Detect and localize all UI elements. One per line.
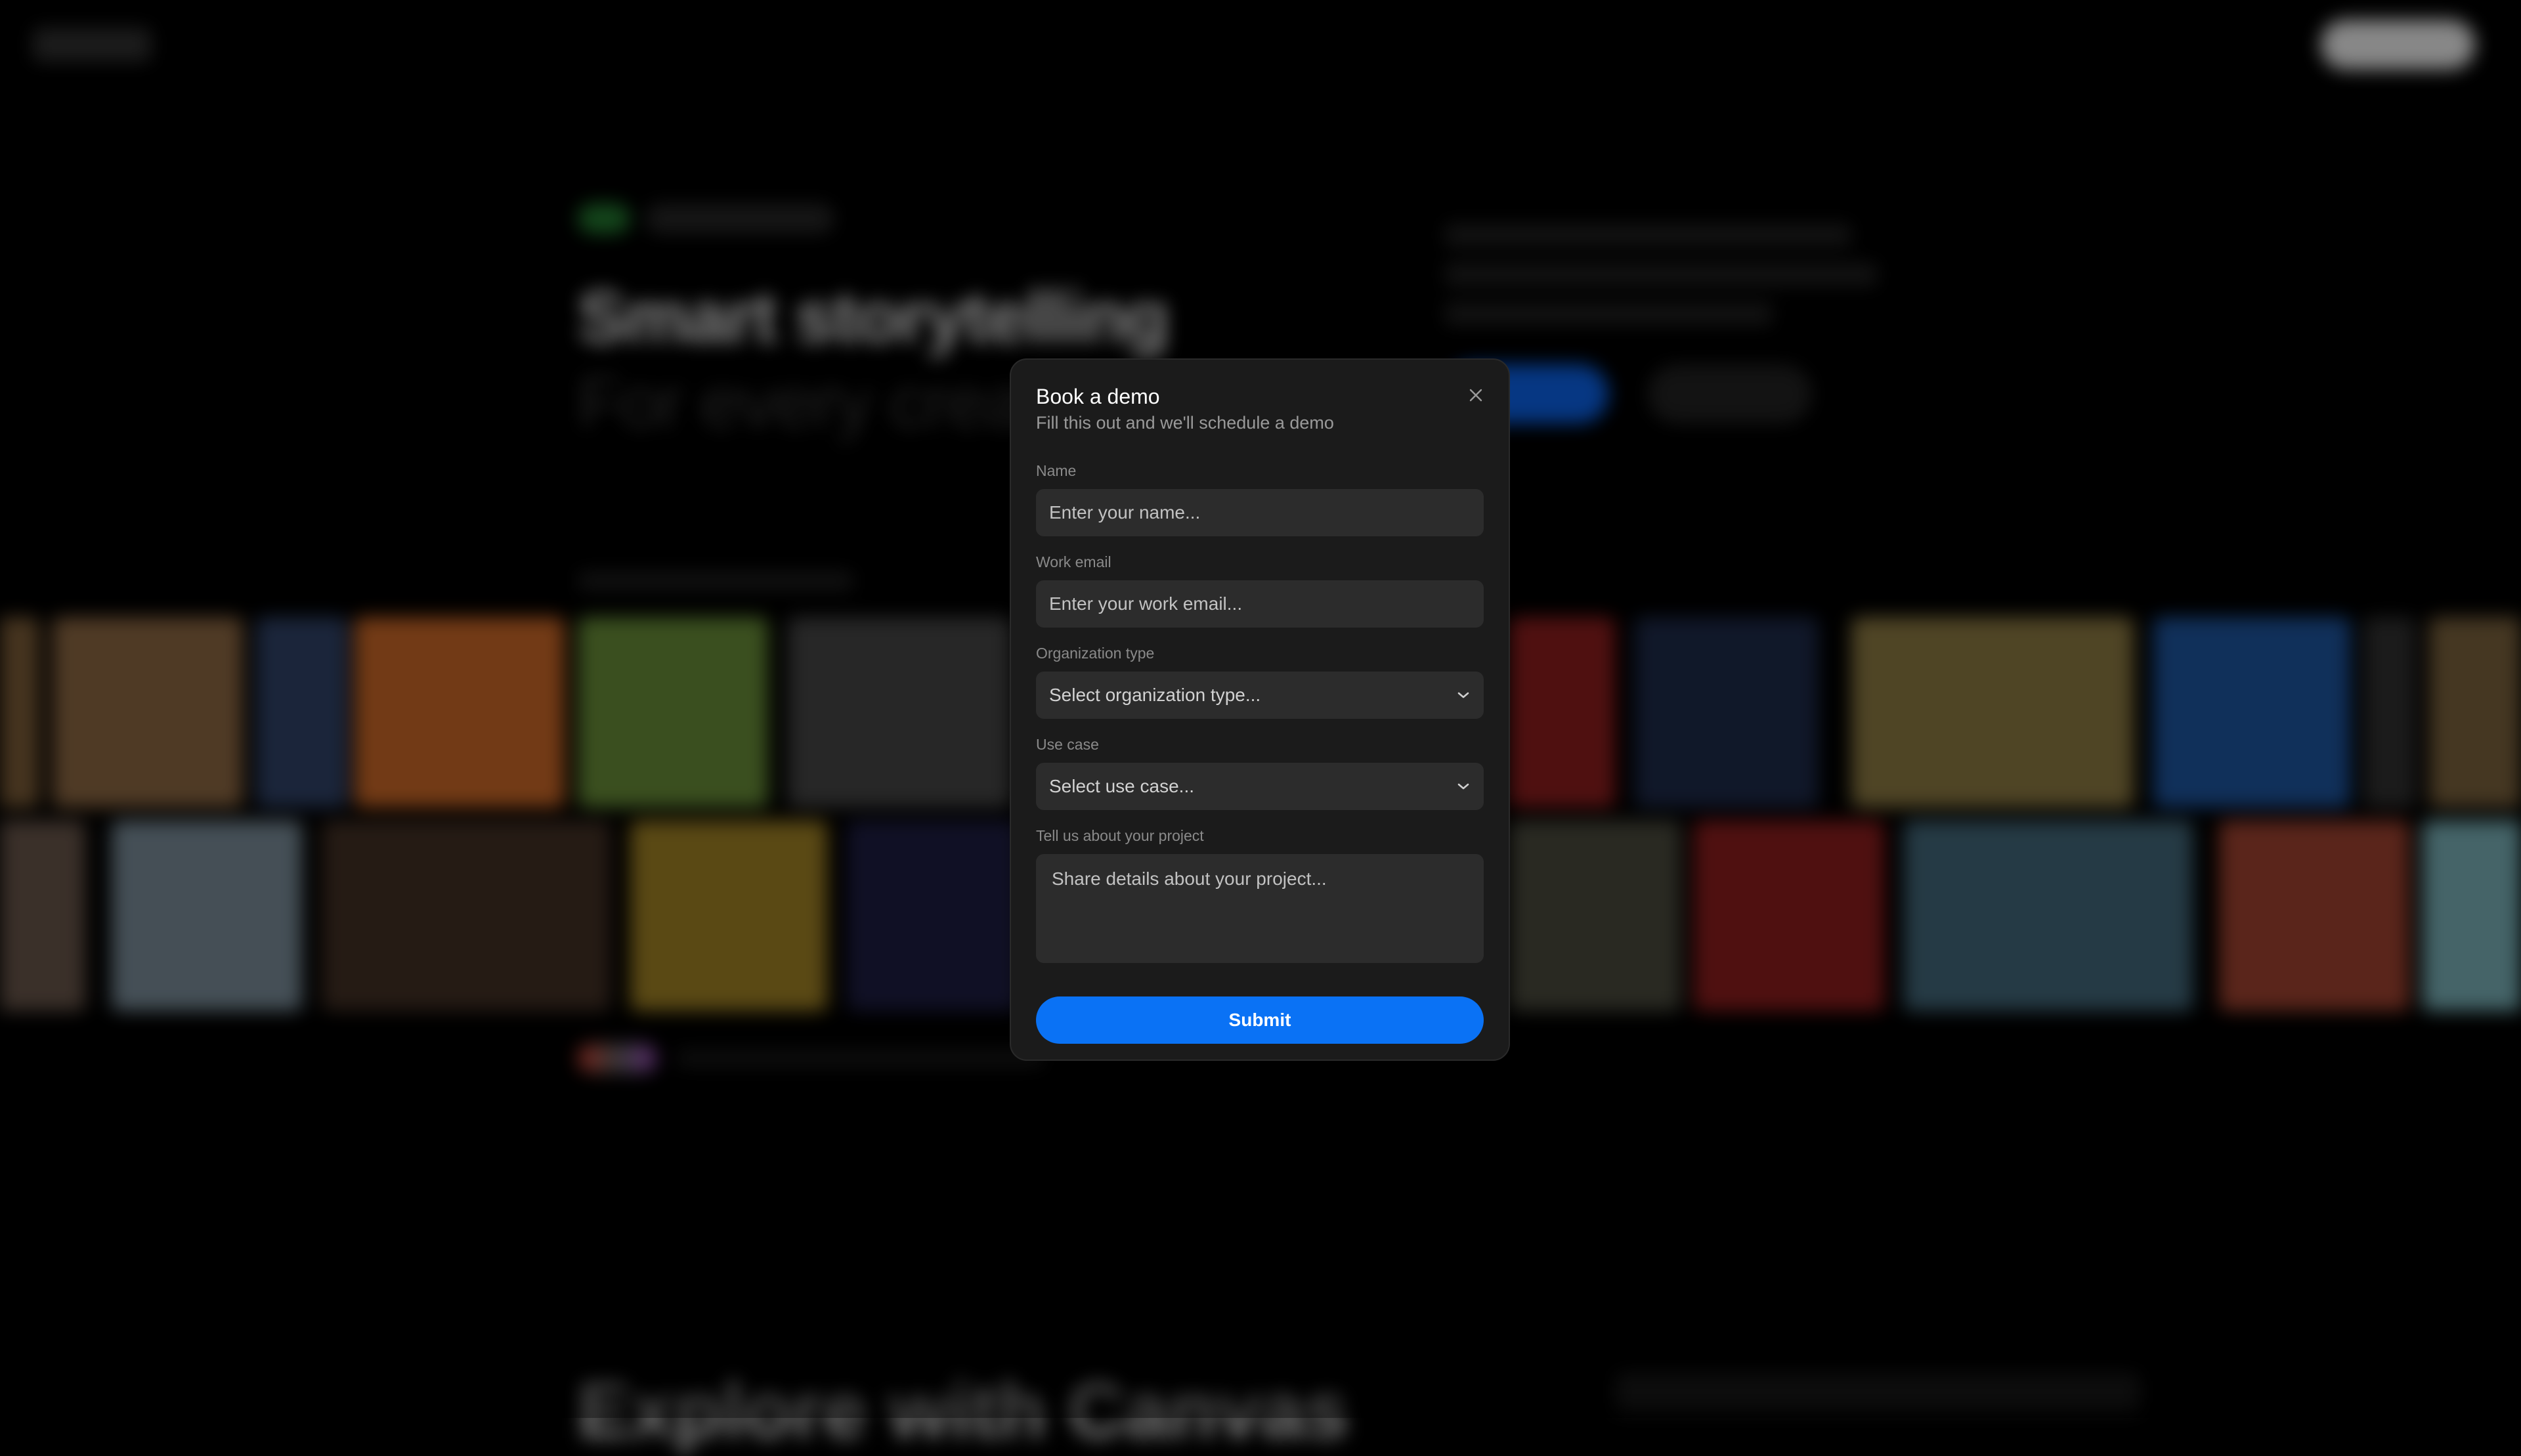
project-textarea[interactable]	[1036, 854, 1484, 963]
use-case-label: Use case	[1036, 736, 1099, 753]
close-button[interactable]	[1463, 382, 1489, 408]
use-case-field-group: Use case Select use case...	[1036, 736, 1484, 810]
organization-label: Organization type	[1036, 645, 1155, 662]
organization-field-group: Organization type Select organization ty…	[1036, 645, 1484, 719]
book-demo-modal: Book a demo Fill this out and we'll sche…	[1010, 358, 1510, 1061]
project-label: Tell us about your project	[1036, 827, 1204, 844]
submit-button[interactable]: Submit	[1036, 996, 1484, 1044]
name-label: Name	[1036, 462, 1077, 479]
name-input[interactable]	[1036, 489, 1484, 536]
organization-select[interactable]: Select organization type...	[1036, 672, 1484, 719]
chevron-down-icon	[1457, 783, 1469, 790]
name-field-group: Name	[1036, 462, 1484, 536]
organization-select-value: Select organization type...	[1049, 685, 1261, 705]
modal-title: Book a demo	[1036, 385, 1160, 408]
email-field-group: Work email	[1036, 553, 1484, 628]
email-label: Work email	[1036, 553, 1111, 570]
use-case-select-value: Select use case...	[1049, 776, 1195, 796]
project-field-group: Tell us about your project	[1036, 827, 1484, 966]
close-icon	[1469, 389, 1482, 402]
email-input[interactable]	[1036, 580, 1484, 628]
use-case-select[interactable]: Select use case...	[1036, 763, 1484, 810]
modal-subtitle: Fill this out and we'll schedule a demo	[1036, 413, 1334, 433]
chevron-down-icon	[1457, 692, 1469, 698]
